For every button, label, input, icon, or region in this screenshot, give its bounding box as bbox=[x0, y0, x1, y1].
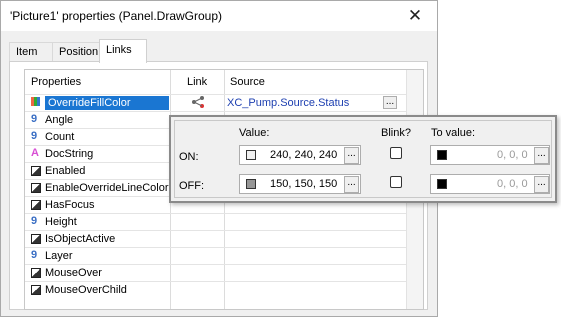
number-type-icon: 9 bbox=[31, 215, 38, 227]
link-icon[interactable] bbox=[191, 95, 205, 109]
off-blink-checkbox[interactable] bbox=[390, 176, 402, 188]
boolean-type-icon bbox=[31, 234, 41, 244]
number-type-icon: 9 bbox=[31, 113, 38, 125]
off-color-swatch bbox=[246, 179, 256, 189]
link-cell[interactable] bbox=[191, 231, 205, 245]
header-source[interactable]: Source bbox=[230, 70, 265, 94]
tab-item[interactable]: Item bbox=[9, 42, 53, 62]
property-name: Count bbox=[45, 131, 75, 143]
boolean-type-icon bbox=[31, 200, 41, 210]
header-properties[interactable]: Properties bbox=[31, 70, 81, 94]
link-cell[interactable] bbox=[191, 282, 205, 296]
property-row[interactable]: IsObjectActive bbox=[25, 230, 407, 247]
on-value-browse-button[interactable]: ... bbox=[344, 147, 359, 164]
off-to-value-text: 0, 0, 0 bbox=[497, 178, 528, 190]
property-name: EnableOverrideLineColor bbox=[45, 182, 169, 194]
header-link[interactable]: Link bbox=[187, 70, 207, 94]
property-name: IsObjectActive bbox=[45, 233, 116, 245]
property-row[interactable]: OverrideFillColor XC_Pump.Source.Status..… bbox=[25, 94, 407, 111]
property-name: Layer bbox=[45, 250, 73, 262]
off-to-value-field[interactable]: 0, 0, 0 ... bbox=[430, 174, 550, 194]
boolean-type-icon bbox=[31, 166, 41, 176]
window-title: 'Picture1' properties (Panel.DrawGroup) bbox=[10, 9, 223, 23]
property-name: Angle bbox=[45, 114, 74, 126]
off-to-color-swatch bbox=[437, 179, 447, 189]
property-row[interactable]: 9 Layer bbox=[25, 247, 407, 264]
popup-header-value: Value: bbox=[239, 127, 270, 139]
on-to-value-browse-button[interactable]: ... bbox=[534, 147, 549, 164]
boolean-type-icon bbox=[31, 183, 41, 193]
link-cell[interactable] bbox=[191, 265, 205, 279]
source-text[interactable]: XC_Pump.Source.Status bbox=[227, 96, 349, 110]
source-browse-button[interactable]: ... bbox=[383, 96, 397, 109]
property-row[interactable]: MouseOverChild bbox=[25, 281, 407, 298]
property-name: Enabled bbox=[45, 165, 86, 177]
on-to-color-swatch bbox=[437, 150, 447, 160]
boolean-type-icon bbox=[31, 285, 41, 295]
off-label: OFF: bbox=[179, 180, 205, 192]
property-name: DocString bbox=[45, 148, 94, 160]
boolean-type-icon bbox=[31, 268, 41, 278]
string-type-icon: A bbox=[31, 147, 39, 159]
on-blink-checkbox[interactable] bbox=[390, 147, 402, 159]
on-label: ON: bbox=[179, 151, 199, 163]
number-type-icon: 9 bbox=[31, 130, 38, 142]
property-row[interactable]: MouseOver bbox=[25, 264, 407, 281]
off-value-browse-button[interactable]: ... bbox=[344, 176, 359, 193]
link-cell[interactable] bbox=[191, 248, 205, 262]
title-bar: 'Picture1' properties (Panel.DrawGroup) … bbox=[1, 1, 437, 31]
link-cell[interactable] bbox=[191, 214, 205, 228]
popup-header-to-value: To value: bbox=[431, 127, 476, 139]
property-name: OverrideFillColor bbox=[45, 96, 169, 110]
property-name: Height bbox=[45, 216, 77, 228]
number-type-icon: 9 bbox=[31, 249, 38, 261]
tab-links[interactable]: Links bbox=[99, 39, 147, 63]
property-name: MouseOver bbox=[45, 267, 102, 279]
popup-header-blink: Blink? bbox=[381, 127, 411, 139]
color-link-popup: Value: Blink? To value: ON: 240, 240, 24… bbox=[169, 115, 557, 203]
off-value-field[interactable]: 150, 150, 150 ... bbox=[239, 174, 361, 194]
property-row[interactable]: 9 Height bbox=[25, 213, 407, 230]
on-to-value-field[interactable]: 0, 0, 0 ... bbox=[430, 145, 550, 165]
property-name: MouseOverChild bbox=[45, 284, 127, 296]
on-color-swatch bbox=[246, 150, 256, 160]
on-value-field[interactable]: 240, 240, 240 ... bbox=[239, 145, 361, 165]
off-value-text: 150, 150, 150 bbox=[270, 178, 338, 190]
close-button[interactable]: ✕ bbox=[393, 1, 437, 31]
property-name: HasFocus bbox=[45, 199, 95, 211]
on-value-text: 240, 240, 240 bbox=[270, 149, 338, 161]
off-to-value-browse-button[interactable]: ... bbox=[534, 176, 549, 193]
color-type-icon bbox=[31, 97, 40, 106]
on-to-value-text: 0, 0, 0 bbox=[497, 149, 528, 161]
